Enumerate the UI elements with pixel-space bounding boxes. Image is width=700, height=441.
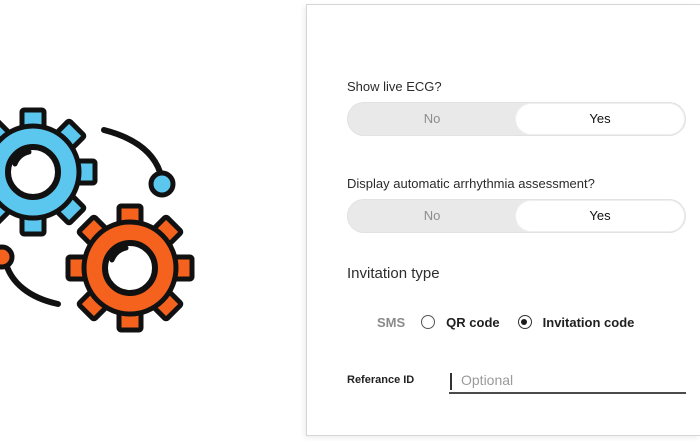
blue-gear-icon [0, 107, 98, 237]
arrhythmia-question: Display automatic arrhythmia assessment? [347, 176, 595, 191]
invitation-type-options: SMS QR code Invitation code [377, 310, 652, 334]
live-ecg-yes-option[interactable]: Yes [516, 104, 684, 134]
sms-option[interactable]: SMS [377, 315, 405, 330]
invitation-type-title: Invitation type [347, 265, 440, 282]
arrhythmia-toggle[interactable]: No Yes [347, 199, 686, 233]
connector-node-orange [0, 244, 15, 270]
reference-id-label: Referance ID [347, 374, 415, 386]
arrhythmia-no-option[interactable]: No [347, 199, 517, 233]
live-ecg-toggle[interactable]: No Yes [347, 102, 686, 136]
settings-gears-illustration [0, 107, 195, 333]
qr-code-option[interactable]: QR code [446, 315, 499, 330]
radio-checked-icon[interactable] [517, 315, 532, 329]
live-ecg-no-option[interactable]: No [347, 102, 517, 136]
radio-unchecked-icon[interactable] [421, 315, 436, 329]
orange-gear-icon [65, 203, 195, 333]
live-ecg-question: Show live ECG? [347, 79, 442, 94]
connector-node-blue [148, 170, 176, 198]
invitation-code-option[interactable]: Invitation code [543, 315, 635, 330]
settings-panel: Show live ECG? No Yes Display automatic … [306, 4, 700, 436]
reference-id-input[interactable] [449, 368, 686, 394]
text-cursor [450, 373, 452, 390]
arrhythmia-yes-option[interactable]: Yes [516, 201, 684, 231]
